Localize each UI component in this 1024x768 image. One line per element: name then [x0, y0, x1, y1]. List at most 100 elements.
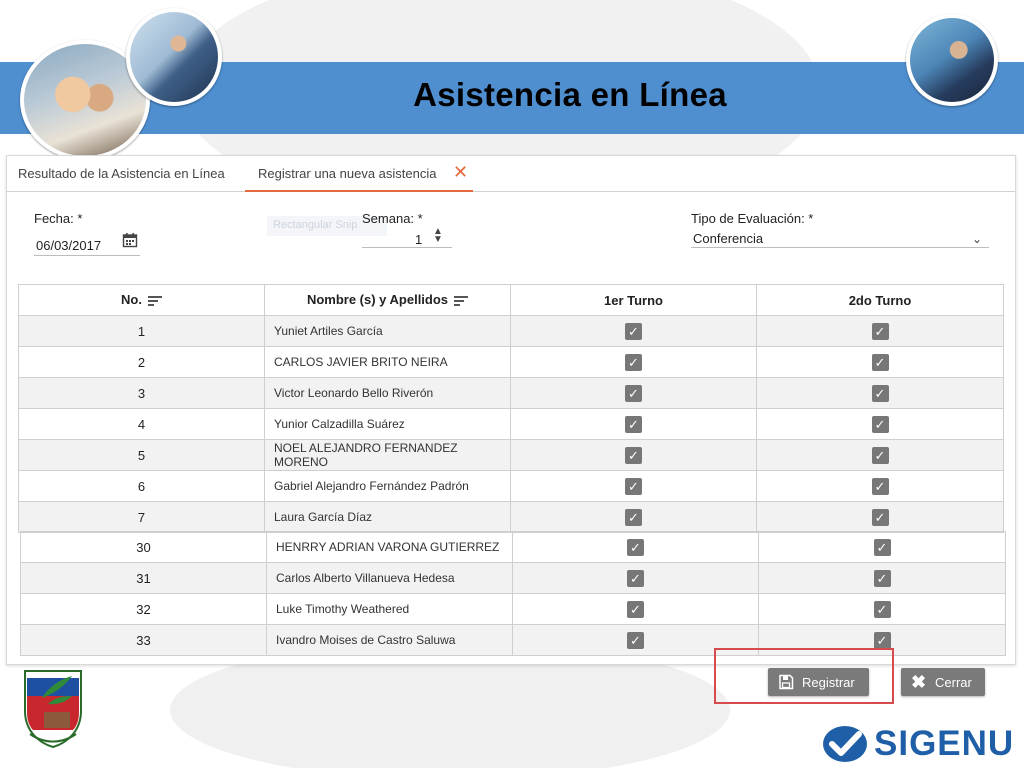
table-row: 7 Laura García Díaz ✓ ✓ — [18, 501, 1004, 533]
turno2-cell: ✓ — [758, 562, 1006, 594]
calendar-icon[interactable] — [122, 232, 138, 248]
student-name: Carlos Alberto Villanueva Hedesa — [266, 562, 513, 594]
turno2-cell: ✓ — [756, 501, 1004, 533]
student-name: NOEL ALEJANDRO FERNANDEZ MORENO — [264, 439, 511, 471]
turno1-cell: ✓ — [510, 501, 757, 533]
turno2-checkbox[interactable]: ✓ — [873, 600, 891, 618]
close-tab-icon[interactable]: ✕ — [453, 162, 468, 183]
turno2-checkbox[interactable]: ✓ — [871, 508, 889, 526]
turno1-checkbox[interactable]: ✓ — [627, 600, 644, 618]
table-row: 2 CARLOS JAVIER BRITO NEIRA ✓ ✓ — [18, 346, 1004, 378]
sigenu-check-logo-icon — [823, 726, 867, 762]
turno2-checkbox[interactable]: ✓ — [873, 631, 891, 649]
student-name: Victor Leonardo Bello Riverón — [264, 377, 511, 409]
header-nombre[interactable]: Nombre (s) y Apellidos — [264, 284, 511, 316]
fecha-label: Fecha: * — [34, 211, 83, 226]
table-row: 30 HENRRY ADRIAN VARONA GUTIERREZ ✓ ✓ — [20, 531, 1006, 563]
row-number: 5 — [18, 439, 265, 471]
turno1-checkbox[interactable]: ✓ — [625, 508, 642, 526]
fecha-field[interactable]: 06/03/2017 — [36, 238, 101, 253]
row-number: 6 — [18, 470, 265, 502]
turno2-checkbox[interactable]: ✓ — [871, 384, 889, 402]
save-icon — [779, 674, 794, 690]
tipo-select[interactable]: Conferencia — [693, 231, 763, 246]
cerrar-button[interactable]: ✖ Cerrar — [901, 668, 985, 696]
turno1-cell: ✓ — [512, 562, 759, 594]
header-nombre-label: Nombre (s) y Apellidos — [306, 292, 449, 308]
header-2do-turno: 2do Turno — [756, 284, 1004, 316]
turno2-cell: ✓ — [756, 470, 1004, 502]
turno1-checkbox[interactable]: ✓ — [627, 569, 644, 587]
turno1-cell: ✓ — [510, 315, 757, 347]
chevron-down-icon[interactable]: ⌄ — [972, 232, 982, 246]
turno2-cell: ✓ — [758, 593, 1006, 625]
turno2-checkbox[interactable]: ✓ — [873, 569, 891, 587]
student-name: Ivandro Moises de Castro Saluwa — [266, 624, 513, 656]
active-tab-indicator — [245, 190, 473, 192]
turno1-cell: ✓ — [512, 531, 759, 563]
slide-title: Asistencia en Línea — [413, 76, 727, 113]
turno1-checkbox[interactable]: ✓ — [627, 631, 644, 649]
turno2-cell: ✓ — [756, 315, 1004, 347]
row-number: 4 — [18, 408, 265, 440]
turno1-cell: ✓ — [510, 346, 757, 378]
turno1-cell: ✓ — [510, 408, 757, 440]
sort-icon[interactable] — [454, 294, 469, 308]
turno2-cell: ✓ — [756, 408, 1004, 440]
spinner-arrows-icon[interactable]: ▲ ▼ — [433, 227, 443, 245]
row-number: 2 — [18, 346, 265, 378]
student-name: Gabriel Alejandro Fernández Padrón — [264, 470, 511, 502]
turno2-checkbox[interactable]: ✓ — [871, 446, 889, 464]
semana-label: Semana: * — [362, 211, 423, 226]
tab-registrar[interactable]: Registrar una nueva asistencia — [258, 166, 437, 181]
registrar-button[interactable]: Registrar — [768, 668, 869, 696]
turno1-checkbox[interactable]: ✓ — [625, 415, 642, 433]
attendance-table-continued: 30 HENRRY ADRIAN VARONA GUTIERREZ ✓ ✓ 31 Car… — [20, 531, 1006, 656]
turno1-checkbox[interactable]: ✓ — [625, 446, 642, 464]
sigenu-brand-text: SIGENU — [874, 724, 1015, 763]
turno1-checkbox[interactable]: ✓ — [625, 353, 642, 371]
student-name: Luke Timothy Weathered — [266, 593, 513, 625]
registrar-label: Registrar — [802, 675, 855, 690]
turno1-cell: ✓ — [510, 377, 757, 409]
handshake-photo — [126, 8, 222, 106]
turno1-cell: ✓ — [512, 593, 759, 625]
turno1-checkbox[interactable]: ✓ — [625, 384, 642, 402]
turno2-checkbox[interactable]: ✓ — [871, 415, 889, 433]
turno1-cell: ✓ — [510, 439, 757, 471]
attendance-table: No. Nombre (s) y Apellidos 1er Turno 2do… — [18, 284, 1004, 533]
semana-field[interactable]: 1 — [415, 232, 422, 247]
turno2-cell: ✓ — [756, 346, 1004, 378]
turno2-cell: ✓ — [756, 377, 1004, 409]
table-header-row: No. Nombre (s) y Apellidos 1er Turno 2do… — [18, 284, 1004, 316]
table-row: 6 Gabriel Alejandro Fernández Padrón ✓ ✓ — [18, 470, 1004, 502]
turno2-checkbox[interactable]: ✓ — [871, 353, 889, 371]
sort-icon[interactable] — [147, 294, 162, 308]
turno1-checkbox[interactable]: ✓ — [625, 322, 642, 340]
header-no-label: No. — [121, 292, 142, 308]
semana-underline — [362, 247, 452, 248]
row-number: 30 — [20, 531, 267, 563]
turno2-cell: ✓ — [758, 531, 1006, 563]
table-row: 3 Victor Leonardo Bello Riverón ✓ ✓ — [18, 377, 1004, 409]
turno2-checkbox[interactable]: ✓ — [873, 538, 891, 556]
header-1er-turno: 1er Turno — [510, 284, 757, 316]
university-shield-logo — [24, 670, 82, 748]
row-number: 1 — [18, 315, 265, 347]
turno2-checkbox[interactable]: ✓ — [871, 477, 889, 495]
turno1-checkbox[interactable]: ✓ — [625, 477, 642, 495]
tab-resultado[interactable]: Resultado de la Asistencia en Línea — [18, 166, 225, 181]
student-name: Yunior Calzadilla Suárez — [264, 408, 511, 440]
turno2-checkbox[interactable]: ✓ — [871, 322, 889, 340]
student-name: CARLOS JAVIER BRITO NEIRA — [264, 346, 511, 378]
turno1-checkbox[interactable]: ✓ — [627, 538, 644, 556]
student-name: Yuniet Artiles García — [264, 315, 511, 347]
header-no[interactable]: No. — [18, 284, 265, 316]
close-icon: ✖ — [911, 672, 927, 692]
table-row: 4 Yunior Calzadilla Suárez ✓ ✓ — [18, 408, 1004, 440]
table-row: 1 Yuniet Artiles García ✓ ✓ — [18, 315, 1004, 347]
tab-bar: Resultado de la Asistencia en Línea Regi… — [7, 156, 1015, 192]
row-number: 31 — [20, 562, 267, 594]
tipo-label: Tipo de Evaluación: * — [691, 211, 814, 226]
table-row: 31 Carlos Alberto Villanueva Hedesa ✓ ✓ — [20, 562, 1006, 594]
